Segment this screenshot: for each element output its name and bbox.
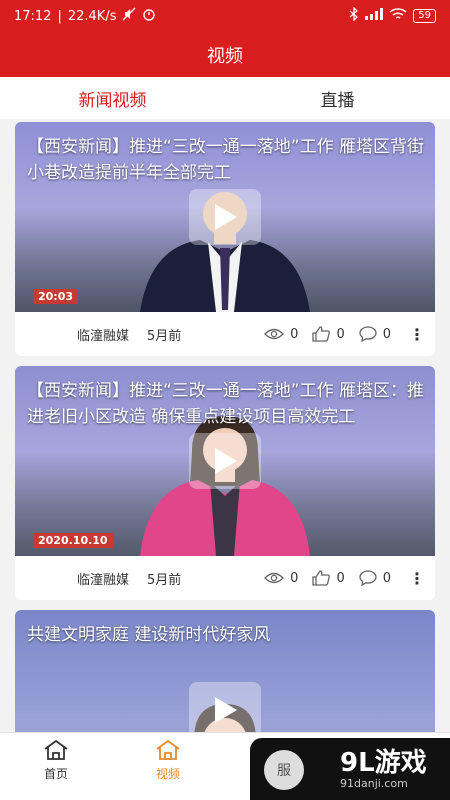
video-card[interactable]: 【西安新闻】推进“三改一通一落地”工作 雁塔区背街小巷改造提前半年全部完工 20… [15, 122, 435, 356]
nav-home-label: 首页 [43, 767, 68, 781]
like-count-value: 0 [336, 570, 345, 586]
header-bar: 视频 [0, 32, 450, 77]
video-home-icon [156, 739, 180, 760]
comment-count-value: 0 [382, 326, 391, 342]
bluetooth-icon [349, 6, 359, 25]
like-button[interactable]: 0 [312, 570, 345, 586]
comment-button[interactable]: 0 [359, 570, 391, 586]
video-feed: 【西安新闻】推进“三改一通一落地”工作 雁塔区背街小巷改造提前半年全部完工 20… [15, 122, 435, 800]
watermark-badge: 服 [264, 750, 304, 790]
video-title: 共建文明家庭 建设新时代好家风 [27, 625, 271, 645]
broadcast-stamp: 20:03 [33, 289, 79, 304]
play-button[interactable] [189, 433, 261, 489]
nav-home[interactable]: 首页 [0, 733, 112, 800]
network-speed: 22.4K/s [67, 8, 117, 24]
play-button[interactable] [189, 682, 261, 738]
tab-news-video[interactable]: 新闻视频 [0, 77, 225, 119]
wifi-icon [389, 7, 407, 25]
video-thumbnail[interactable]: 【西安新闻】推进“三改一通一落地”工作 雁塔区：推进老旧小区改造 确保重点建设项… [15, 366, 435, 556]
battery-indicator: 59 [413, 9, 436, 23]
nav-video-label: 视频 [155, 767, 180, 781]
comment-icon [359, 570, 377, 586]
video-time: 5月前 [147, 572, 182, 588]
eye-icon [264, 572, 285, 584]
home-icon [44, 739, 68, 760]
video-title: 【西安新闻】推进“三改一通一落地”工作 雁塔区背街小巷改造提前半年全部完工 [27, 137, 425, 183]
status-separator: | [57, 8, 62, 24]
watermark-brand: 9L游戏 [340, 747, 427, 778]
video-meta: 临潼融媒 5月前 0 0 0 ⋮ [15, 556, 435, 600]
video-time: 5月前 [147, 328, 182, 344]
signal-icon [365, 8, 384, 24]
video-thumbnail[interactable]: 【西安新闻】推进“三改一通一落地”工作 雁塔区背街小巷改造提前半年全部完工 20… [15, 122, 435, 312]
play-icon [215, 697, 237, 723]
view-count: 0 [264, 571, 298, 586]
comment-icon [359, 326, 377, 342]
comment-button[interactable]: 0 [359, 326, 391, 342]
mute-icon [122, 7, 136, 25]
alarm-icon [142, 7, 156, 25]
view-count: 0 [264, 327, 298, 342]
play-icon [215, 448, 237, 474]
play-icon [215, 204, 237, 230]
nav-video[interactable]: 视频 [112, 733, 224, 800]
video-source: 临潼融媒 [77, 328, 130, 344]
eye-icon [264, 328, 285, 340]
video-source: 临潼融媒 [77, 572, 130, 588]
watermark-site: 91danji.com [340, 776, 408, 790]
status-time: 17:12 [14, 8, 52, 24]
thumbs-up-icon [312, 326, 331, 342]
tab-live[interactable]: 直播 [225, 77, 450, 119]
more-options-icon[interactable]: ⋮ [409, 569, 425, 588]
play-button[interactable] [189, 189, 261, 245]
comment-count-value: 0 [382, 570, 391, 586]
site-watermark: 服 9L游戏 91danji.com [250, 738, 450, 800]
like-button[interactable]: 0 [312, 326, 345, 342]
page-title: 视频 [207, 45, 243, 67]
view-count-value: 0 [290, 326, 299, 342]
tab-bar: 新闻视频 直播 [0, 77, 450, 119]
broadcast-stamp: 2020.10.10 [33, 533, 113, 548]
video-meta: 临潼融媒 5月前 0 0 0 ⋮ [15, 312, 435, 356]
like-count-value: 0 [336, 326, 345, 342]
more-options-icon[interactable]: ⋮ [409, 325, 425, 344]
video-title: 【西安新闻】推进“三改一通一落地”工作 雁塔区：推进老旧小区改造 确保重点建设项… [27, 381, 425, 427]
view-count-value: 0 [290, 570, 299, 586]
status-bar: 17:12 | 22.4K/s 59 [0, 0, 450, 32]
thumbs-up-icon [312, 570, 331, 586]
video-card[interactable]: 【西安新闻】推进“三改一通一落地”工作 雁塔区：推进老旧小区改造 确保重点建设项… [15, 366, 435, 600]
